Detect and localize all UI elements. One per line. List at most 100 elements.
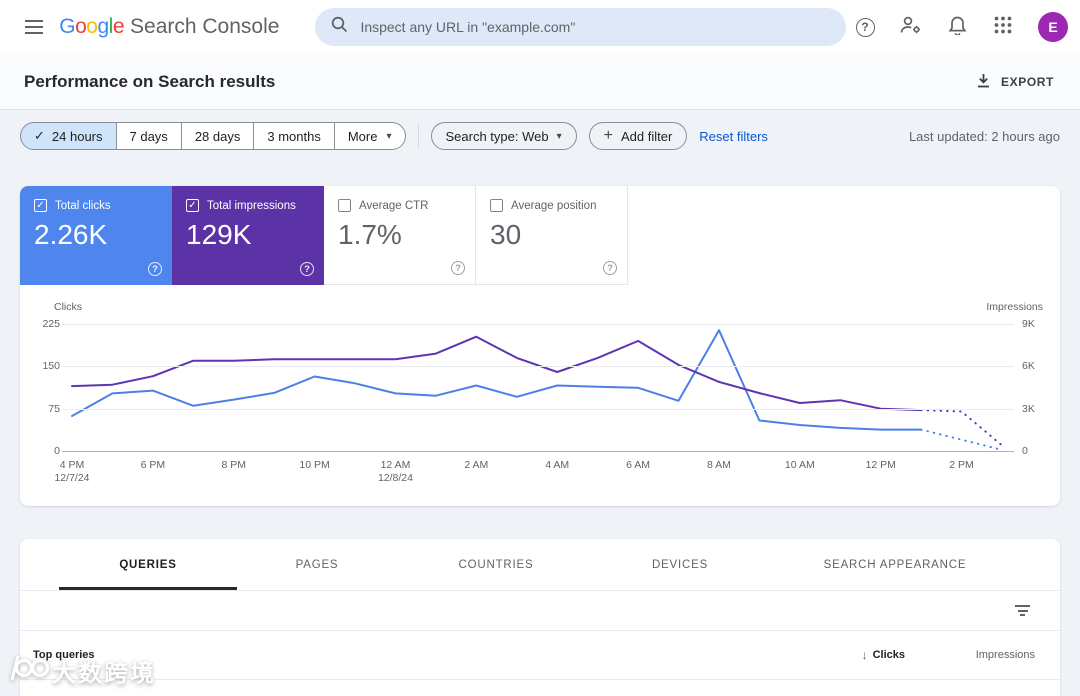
x-axis-tick: 12 PM [865, 459, 896, 471]
left-axis-tick: 225 [42, 318, 60, 330]
export-button[interactable]: EXPORT [976, 73, 1054, 91]
apps-grid-button[interactable] [984, 8, 1022, 46]
checkbox-checked-icon[interactable]: ✓ [186, 199, 199, 212]
help-icon[interactable]: ? [148, 262, 162, 276]
gridline [62, 408, 1014, 410]
tab-label: DEVICES [651, 558, 709, 571]
chip-label: More [347, 128, 378, 144]
tile-label: Average CTR [359, 199, 429, 212]
tab-devices[interactable]: DEVICES [595, 539, 765, 590]
chip-label: 24 hours [51, 128, 103, 144]
right-axis-tick: 0 [1022, 445, 1028, 457]
x-axis-tick: 6 PM [140, 459, 166, 471]
chip-more[interactable]: More ▾ [334, 122, 406, 150]
user-gear-icon [899, 14, 923, 41]
tile-value: 2.26K [34, 219, 108, 250]
account-avatar[interactable]: E [1038, 12, 1068, 42]
column-top-queries[interactable]: Top queries [33, 649, 95, 661]
average-ctr-tile[interactable]: Average CTR 1.7% ? [324, 186, 476, 285]
chip-7-days[interactable]: 7 days [116, 122, 182, 150]
help-button[interactable]: ? [846, 8, 884, 46]
average-position-tile[interactable]: Average position 30 ? [476, 186, 628, 285]
search-icon [331, 16, 348, 38]
top-app-bar: Google Search Console Inspect any URL in… [0, 0, 1080, 54]
url-inspect-search-input[interactable]: Inspect any URL in "example.com" [315, 8, 846, 46]
gridline [62, 324, 1014, 325]
column-impressions[interactable]: Impressions [965, 649, 1035, 661]
title-bar: Performance on Search results EXPORT [0, 54, 1080, 110]
x-axis-tick: 8 AM [706, 459, 731, 471]
tile-value: 1.7% [338, 219, 402, 250]
x-axis-tick: 2 AM [464, 459, 489, 471]
user-settings-button[interactable] [892, 8, 930, 46]
chip-28-days[interactable]: 28 days [181, 122, 255, 150]
help-icon: ? [855, 17, 875, 37]
help-icon[interactable]: ? [603, 261, 617, 275]
column-clicks-sorted[interactable]: ↓ Clicks [862, 648, 905, 662]
chip-3-months[interactable]: 3 months [254, 122, 335, 150]
help-icon[interactable]: ? [451, 261, 465, 275]
chip-label: 28 days [194, 128, 241, 144]
clicks-impressions-line-chart: Clicks Impressions 0 0 75 3K 150 6K 225 9K 4 PM 1… [20, 301, 1060, 491]
notifications-button[interactable] [938, 8, 976, 46]
column-label: Clicks [872, 649, 905, 661]
left-axis-tick: 150 [42, 360, 60, 373]
checkbox-unchecked-icon[interactable] [338, 199, 351, 212]
search-type-dropdown[interactable]: Search type: Web ▾ [430, 122, 577, 150]
logo-product-label: Search Console [130, 15, 280, 38]
download-icon [976, 73, 991, 91]
divider [417, 124, 419, 148]
x-axis-tick: 8 PM [221, 459, 246, 471]
google-search-console-logo[interactable]: Google Search Console [59, 15, 279, 39]
tile-value: 129K [186, 219, 252, 250]
plus-icon: + [603, 127, 613, 144]
total-clicks-tile[interactable]: ✓ Total clicks 2.26K ? [20, 186, 172, 285]
reset-filters-link[interactable]: Reset filters [699, 129, 768, 144]
google-logo-word: Google [59, 15, 125, 38]
search-placeholder: Inspect any URL in "example.com" [360, 19, 576, 35]
add-filter-label: Add filter [620, 128, 673, 144]
checkbox-checked-icon[interactable]: ✓ [34, 199, 47, 212]
metric-tiles: ✓ Total clicks 2.26K ? ✓ Total impressio… [20, 186, 1060, 285]
table-header-row: Top queries ↓ Clicks Impressions [20, 631, 1060, 679]
right-axis-tick: 3K [1022, 402, 1035, 415]
export-label: EXPORT [1001, 74, 1054, 89]
right-axis-tick: 9K [1022, 318, 1035, 330]
add-filter-button[interactable]: + Add filter [588, 122, 688, 150]
total-impressions-tile[interactable]: ✓ Total impressions 129K ? [172, 186, 324, 285]
help-icon[interactable]: ? [300, 262, 314, 276]
checkbox-unchecked-icon[interactable] [490, 199, 503, 212]
chip-24-hours[interactable]: ✓ 24 hours [20, 122, 117, 150]
table-body-cutoff [20, 679, 1060, 696]
sort-descending-icon: ↓ [861, 648, 868, 662]
tile-label: Total clicks [55, 199, 111, 212]
tile-label: Total impressions [207, 199, 296, 212]
x-axis-tick: 10 PM [299, 459, 330, 471]
chevron-down-icon: ▾ [386, 130, 392, 142]
x-axis-tick: 12 AM 12/8/24 [377, 459, 413, 484]
search-type-label: Search type: Web [445, 128, 549, 144]
right-axis-tick: 6K [1022, 360, 1035, 373]
tab-countries[interactable]: COUNTRIES [397, 539, 595, 590]
performance-chart-card: ✓ Total clicks 2.26K ? ✓ Total impressio… [20, 186, 1060, 506]
x-axis-tick: 4 AM [545, 459, 570, 471]
tab-label: PAGES [295, 558, 339, 571]
chevron-down-icon: ▾ [556, 130, 562, 142]
x-axis-tick: 2 PM [949, 459, 974, 471]
tab-queries[interactable]: QUERIES [59, 539, 237, 590]
table-toolbar [20, 591, 1060, 631]
page-title: Performance on Search results [24, 71, 276, 91]
dimension-tabs: QUERIES PAGES COUNTRIES DEVICES SEARCH A… [20, 539, 1060, 591]
table-filter-icon[interactable] [1009, 599, 1036, 622]
tab-label: COUNTRIES [458, 558, 534, 571]
tile-value: 30 [490, 219, 522, 250]
last-updated-text: Last updated: 2 hours ago [908, 128, 1060, 144]
left-axis-tick: 0 [54, 445, 60, 457]
x-axis-tick: 10 AM [784, 459, 815, 471]
apps-grid-icon [994, 16, 1012, 39]
impressions-line-dotted [920, 409, 1003, 447]
menu-icon[interactable] [14, 7, 53, 47]
tab-search-appearance[interactable]: SEARCH APPEARANCE [765, 539, 1025, 590]
chip-label: 7 days [129, 128, 168, 144]
tab-pages[interactable]: PAGES [237, 539, 397, 590]
